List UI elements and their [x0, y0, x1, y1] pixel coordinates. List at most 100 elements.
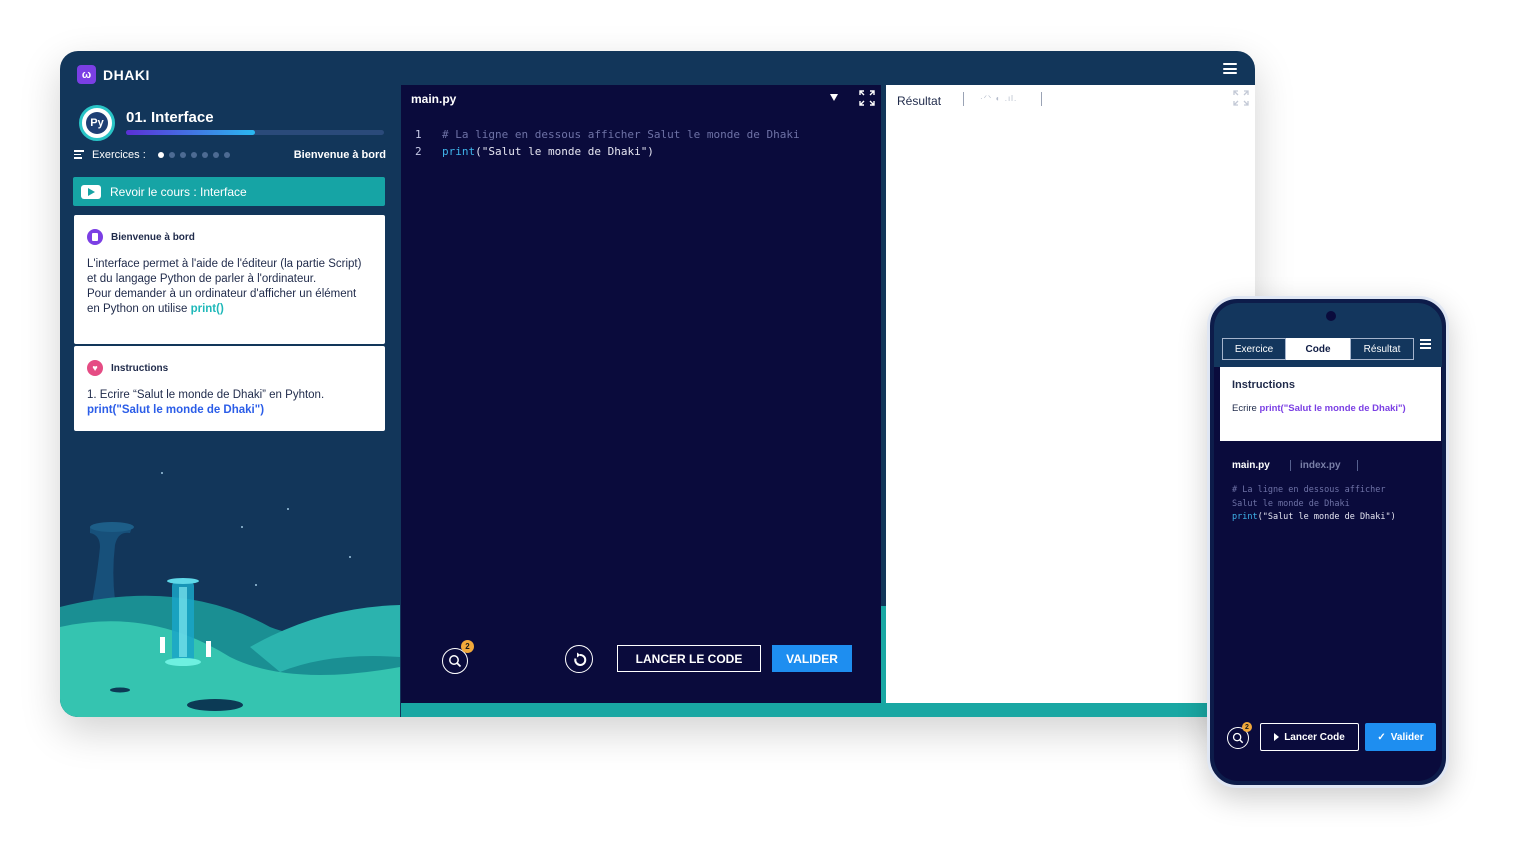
welcome-card-title: Bienvenue à bord — [111, 231, 195, 243]
exercise-dot[interactable] — [224, 152, 230, 158]
top-bar: ω DHAKI — [60, 51, 1255, 85]
tab-separator — [963, 92, 964, 106]
faded-tab-label: ·ᐟᐠ ◐ .ıl. — [980, 94, 1018, 103]
tab-result[interactable]: Résultat — [897, 94, 941, 108]
play-icon — [81, 184, 101, 199]
camera-notch — [1326, 311, 1336, 321]
lesson-panel: Py 01. Interface Exercices : Bienvenue à… — [60, 85, 400, 717]
mobile-screen: Exercice Code Résultat Instructions Ecri… — [1214, 303, 1442, 781]
course-title: 01. Interface — [126, 109, 214, 126]
mobile-code-args: ("Salut le monde de Dhaki") — [1257, 512, 1396, 522]
validate-button[interactable]: VALIDER — [772, 645, 852, 672]
course-progress — [126, 130, 384, 135]
tab-result[interactable]: Résultat — [1350, 338, 1414, 360]
instructions-text: 1. Ecrire “Salut le monde de Dhaki” en P… — [87, 389, 325, 401]
document-icon — [87, 229, 103, 245]
instructions-card-text: 1. Ecrire “Salut le monde de Dhaki” en P… — [87, 388, 372, 418]
play-icon — [1274, 733, 1280, 741]
mobile-hint-badge: 2 — [1242, 722, 1252, 732]
mobile-action-bar: 2 Lancer Code ✓ Valider — [1214, 722, 1442, 752]
code-area[interactable]: 1 # La ligne en dessous afficher Salut l… — [401, 126, 881, 160]
space-illustration — [60, 472, 400, 717]
instructions-code: print("Salut le monde de Dhaki") — [87, 404, 265, 416]
editor-file-tab[interactable]: main.py — [411, 92, 456, 106]
mobile-instructions-card: Instructions Ecrire print("Salut le mond… — [1220, 367, 1441, 441]
file-tab-main[interactable]: main.py — [1232, 460, 1270, 471]
code-editor[interactable]: main.py 1 # La ligne en dessous afficher… — [401, 85, 881, 703]
python-icon-inner: Py — [86, 112, 108, 134]
logo-icon: ω — [77, 65, 96, 84]
welcome-card-text: L'interface permet à l'aide de l'éditeur… — [87, 257, 372, 317]
code-line: 2 print("Salut le monde de Dhaki") — [401, 143, 881, 160]
exercises-row: Exercices : Bienvenue à bord — [74, 149, 386, 163]
line-number: 2 — [415, 145, 422, 158]
welcome-text-1: L'interface permet à l'aide de l'éditeur… — [87, 258, 362, 285]
list-icon — [74, 150, 84, 161]
python-icon: Py — [79, 105, 115, 141]
menu-icon[interactable] — [1223, 63, 1237, 74]
hint-count-badge: 2 — [461, 640, 474, 653]
tab-separator — [1041, 92, 1042, 106]
result-panel: Résultat ·ᐟᐠ ◐ .ıl. — [886, 85, 1255, 703]
exercise-dot[interactable] — [180, 152, 186, 158]
mobile-validate-button[interactable]: ✓ Valider — [1365, 723, 1436, 751]
tab-separator — [1357, 460, 1358, 471]
heart-icon: ♥ — [87, 360, 103, 376]
mobile-code-area[interactable]: # La ligne en dessous afficher Salut le … — [1232, 484, 1437, 525]
dropdown-icon[interactable] — [830, 94, 838, 101]
tab-code[interactable]: Code — [1286, 338, 1350, 360]
exercise-dots — [158, 152, 230, 158]
hint-search-icon — [1232, 732, 1244, 744]
mobile-device: Exercice Code Résultat Instructions Ecri… — [1207, 296, 1449, 788]
course-progress-fill — [126, 130, 255, 135]
mobile-run-button[interactable]: Lancer Code — [1260, 723, 1359, 751]
code-statement: print("Salut le monde de Dhaki") — [442, 143, 654, 160]
exercises-label: Exercices : — [92, 149, 146, 161]
logo-text: DHAKI — [103, 66, 150, 83]
mobile-instructions-code: print("Salut le monde de Dhaki") — [1259, 403, 1406, 414]
mobile-tabs: Exercice Code Résultat — [1222, 338, 1414, 360]
welcome-card: Bienvenue à bord L'interface permet à l'… — [74, 215, 385, 344]
code-comment: # La ligne en dessous afficher Salut le … — [442, 128, 800, 141]
hint-button[interactable]: 2 — [442, 640, 474, 674]
code-keyword: print — [442, 145, 476, 158]
menu-icon[interactable] — [1420, 339, 1431, 351]
hint-search-icon — [449, 655, 462, 668]
mobile-instructions-text: Ecrire print("Salut le monde de Dhaki") — [1232, 402, 1429, 415]
expand-icon[interactable] — [1233, 90, 1249, 106]
code-args: ("Salut le monde de Dhaki") — [475, 145, 654, 158]
review-course-button[interactable]: Revoir le cours : Interface — [73, 177, 385, 206]
exercise-dot[interactable] — [158, 152, 164, 158]
review-course-label: Revoir le cours : Interface — [110, 184, 247, 199]
run-code-button[interactable]: LANCER LE CODE — [617, 645, 761, 672]
reset-icon — [574, 652, 587, 666]
code-line: 1 # La ligne en dessous afficher Salut l… — [401, 126, 881, 143]
mobile-run-label: Lancer Code — [1284, 731, 1345, 743]
welcome-code: print() — [190, 303, 224, 315]
exercise-dot[interactable] — [191, 152, 197, 158]
check-icon: ✓ — [1377, 731, 1386, 743]
mobile-code-comment: # La ligne en dessous afficher Salut le … — [1232, 485, 1386, 509]
mobile-code-statement: print("Salut le monde de Dhaki") — [1232, 511, 1437, 525]
editor-bottom-bar — [401, 703, 1255, 717]
line-number: 1 — [415, 128, 422, 141]
exercise-dot[interactable] — [169, 152, 175, 158]
tab-separator — [1290, 460, 1291, 471]
exercise-dot[interactable] — [213, 152, 219, 158]
instructions-card-title: Instructions — [111, 362, 169, 374]
welcome-link[interactable]: Bienvenue à bord — [294, 149, 386, 161]
mobile-instructions-prefix: Ecrire — [1232, 403, 1260, 414]
file-tab-index[interactable]: index.py — [1300, 460, 1341, 471]
exercise-dot[interactable] — [202, 152, 208, 158]
instructions-card: ♥ Instructions 1. Ecrire “Salut le monde… — [74, 346, 385, 431]
expand-icon[interactable] — [859, 90, 875, 106]
reset-button[interactable] — [565, 645, 593, 673]
mobile-instructions-title: Instructions — [1232, 379, 1295, 391]
logo[interactable]: ω DHAKI — [77, 65, 150, 84]
mobile-validate-label: Valider — [1390, 731, 1424, 743]
tab-exercise[interactable]: Exercice — [1222, 338, 1286, 360]
mobile-code-keyword: print — [1232, 512, 1258, 522]
desktop-window: ω DHAKI Py 01. Interface Exercices : Bie… — [60, 51, 1255, 717]
mobile-top-bar: Exercice Code Résultat — [1214, 303, 1442, 367]
mobile-hint-button[interactable]: 2 — [1227, 722, 1252, 749]
